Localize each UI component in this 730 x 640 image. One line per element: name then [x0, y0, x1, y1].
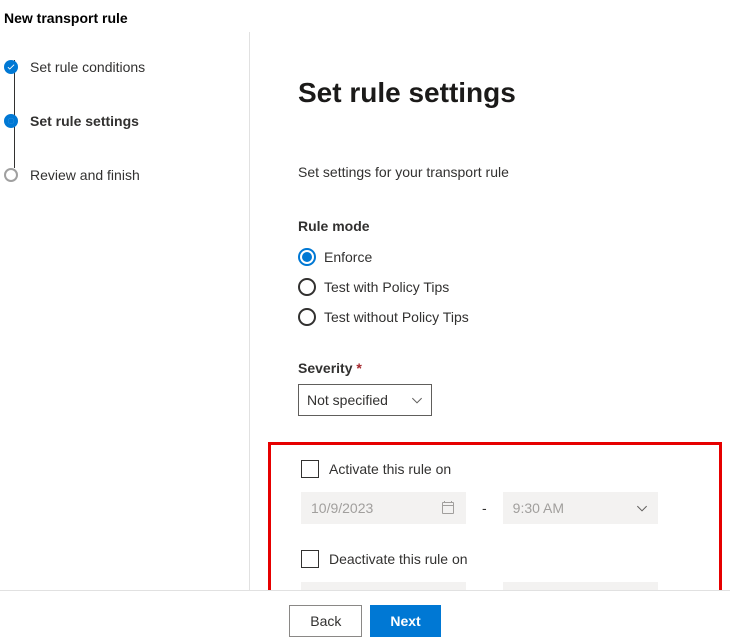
- radio-test-without-policy-tips[interactable]: Test without Policy Tips: [298, 302, 682, 332]
- step-review-and-finish[interactable]: Review and finish: [4, 148, 233, 202]
- radio-enforce[interactable]: Enforce: [298, 242, 682, 272]
- chevron-down-icon: [411, 394, 423, 406]
- required-asterisk: *: [356, 360, 361, 376]
- wizard-container: Set rule conditions Set rule settings Re…: [0, 32, 730, 592]
- deactivate-rule-label: Deactivate this rule on: [329, 551, 468, 567]
- current-step-icon: [4, 114, 18, 128]
- activate-rule-label: Activate this rule on: [329, 461, 451, 477]
- activate-rule-checkbox[interactable]: [301, 460, 319, 478]
- radio-label: Test without Policy Tips: [324, 309, 469, 325]
- checkmark-icon: [4, 60, 18, 74]
- step-label: Review and finish: [30, 167, 140, 183]
- step-set-rule-settings[interactable]: Set rule settings: [4, 94, 233, 148]
- dash-separator: -: [482, 500, 487, 516]
- radio-label: Test with Policy Tips: [324, 279, 449, 295]
- radio-icon: [298, 278, 316, 296]
- radio-icon: [298, 248, 316, 266]
- radio-icon: [298, 308, 316, 326]
- wizard-title: New transport rule: [0, 0, 730, 32]
- severity-select[interactable]: Not specified: [298, 384, 432, 416]
- radio-label: Enforce: [324, 249, 372, 265]
- activate-time-input[interactable]: 9:30 AM: [503, 492, 658, 524]
- activate-rule-row: Activate this rule on: [301, 460, 689, 478]
- rule-mode-group: Enforce Test with Policy Tips Test witho…: [298, 242, 682, 332]
- activate-time-value: 9:30 AM: [513, 500, 564, 516]
- severity-label: Severity *: [298, 360, 682, 376]
- rule-mode-label: Rule mode: [298, 218, 682, 234]
- radio-test-with-policy-tips[interactable]: Test with Policy Tips: [298, 272, 682, 302]
- chevron-down-icon: [636, 502, 648, 514]
- deactivate-rule-checkbox[interactable]: [301, 550, 319, 568]
- activate-date-input[interactable]: 10/9/2023: [301, 492, 466, 524]
- page-subtitle: Set settings for your transport rule: [298, 164, 682, 180]
- step-label: Set rule settings: [30, 113, 139, 129]
- activate-datetime-row: 10/9/2023 - 9:30 AM: [301, 492, 689, 524]
- step-set-rule-conditions[interactable]: Set rule conditions: [4, 40, 233, 94]
- deactivate-rule-row: Deactivate this rule on: [301, 550, 689, 568]
- pending-step-icon: [4, 168, 18, 182]
- step-label: Set rule conditions: [30, 59, 145, 75]
- page-title: Set rule settings: [298, 77, 682, 109]
- severity-text: Severity: [298, 360, 352, 376]
- main-panel: Set rule settings Set settings for your …: [250, 32, 730, 592]
- wizard-footer: Back Next: [0, 590, 730, 640]
- activation-highlight-box: Activate this rule on 10/9/2023 - 9:30 A…: [268, 442, 722, 592]
- wizard-sidebar: Set rule conditions Set rule settings Re…: [0, 32, 250, 592]
- activate-date-value: 10/9/2023: [311, 500, 373, 516]
- calendar-icon: [440, 500, 456, 516]
- back-button[interactable]: Back: [289, 605, 362, 637]
- severity-value: Not specified: [307, 392, 388, 408]
- next-button[interactable]: Next: [370, 605, 440, 637]
